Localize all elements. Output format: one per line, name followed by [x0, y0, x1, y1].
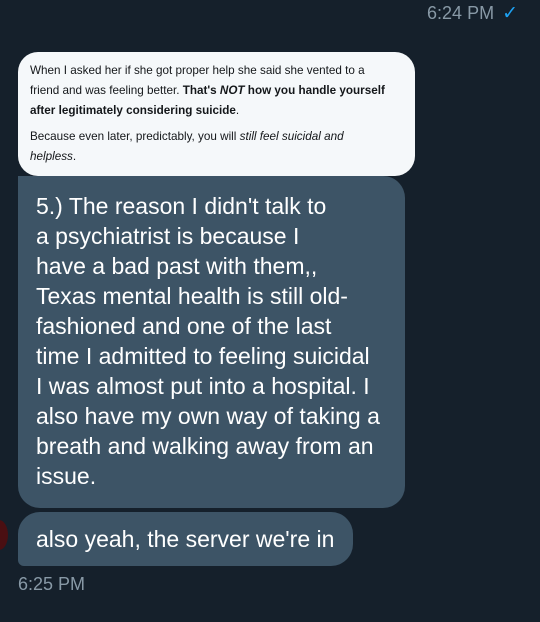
message-timestamp-bottom: 6:25 PM: [18, 574, 86, 594]
message-line: issue.: [36, 463, 97, 489]
quote-italic-1: still feel suicidal and: [239, 130, 344, 143]
message-line: I was almost put into a hospital. I: [36, 373, 370, 399]
quoted-text-image[interactable]: When I asked her if she got proper help …: [18, 52, 415, 176]
message-line: have a bad past with them,,: [36, 253, 318, 279]
quote-line-1: When I asked her if she got proper help …: [30, 64, 365, 77]
quote-bold-2: how you handle yourself: [244, 84, 385, 97]
quote-paragraph-1: When I asked her if she got proper help …: [30, 61, 405, 121]
avatar[interactable]: [0, 520, 8, 550]
message-bubble-second[interactable]: also yeah, the server we're in: [18, 512, 353, 566]
message-text: also yeah, the server we're in: [36, 526, 335, 552]
message-line: fashioned and one of the last: [36, 313, 332, 339]
timestamp-text: 6:24 PM: [427, 3, 495, 23]
message-bubble[interactable]: 5.) The reason I didn't talk to a psychi…: [18, 176, 405, 508]
check-icon: ✓: [502, 2, 518, 24]
quote-emphasis: NOT: [219, 84, 245, 97]
quote-period-1: .: [235, 104, 240, 117]
message-timestamp-top: 6:24 PM ✓: [427, 0, 518, 26]
quote-italic-2: helpless: [30, 150, 73, 163]
quote-line-4: Because even later, predictably, you wil…: [30, 130, 240, 143]
message-line: breath and walking away from an: [36, 433, 374, 459]
message-line: Texas mental health is still old-: [36, 283, 348, 309]
quote-bold-1: That's: [182, 84, 220, 97]
quote-paragraph-2: Because even later, predictably, you wil…: [30, 127, 405, 167]
quote-line-2: friend and was feeling better.: [30, 84, 183, 97]
message-line: 5.) The reason I didn't talk to: [36, 193, 327, 219]
message-line: also have my own way of taking a: [36, 403, 380, 429]
message-line: time I admitted to feeling suicidal: [36, 343, 370, 369]
message-line: a psychiatrist is because I: [36, 223, 300, 249]
quote-bold-3: after legitimately considering suicide: [30, 104, 236, 117]
quote-period-2: .: [72, 150, 77, 163]
